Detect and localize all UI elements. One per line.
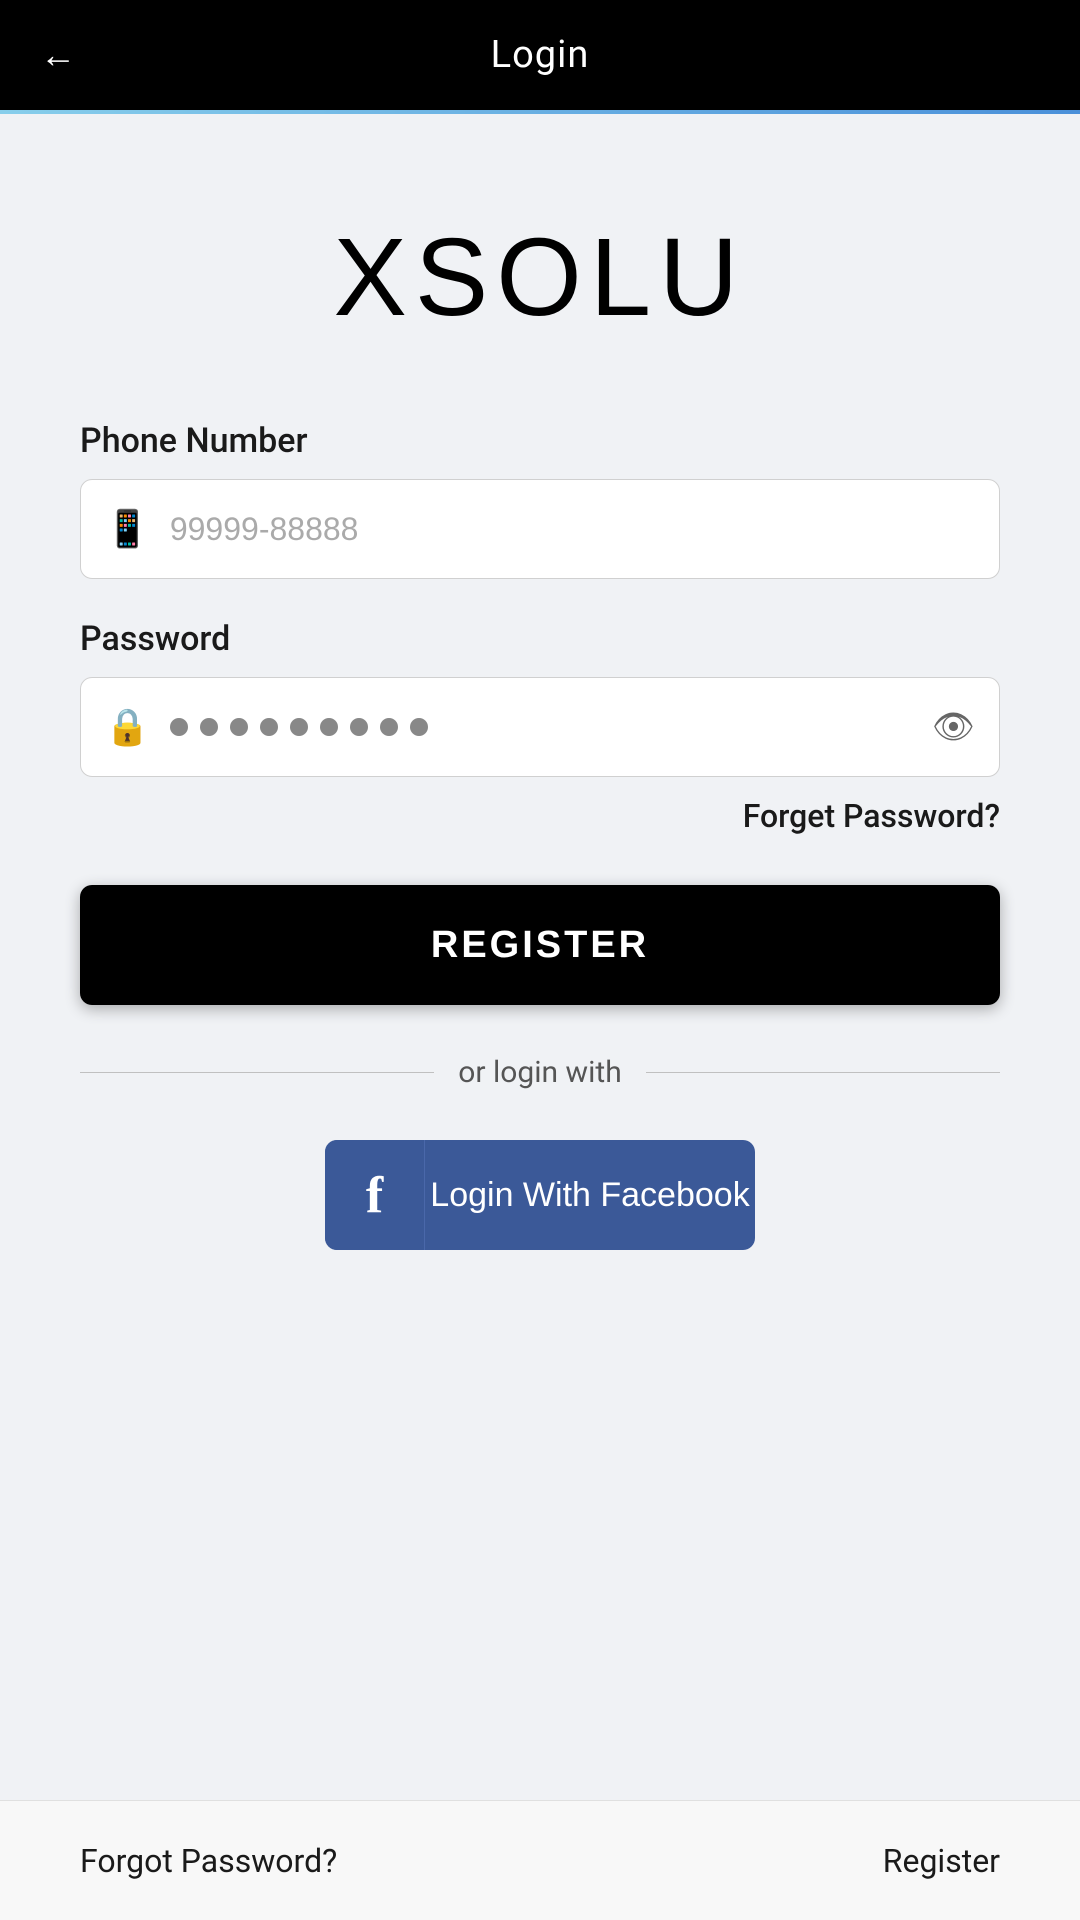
phone-icon: 📱 [105, 508, 150, 550]
toggle-password-icon[interactable]: 👁 [932, 707, 975, 747]
phone-label: Phone Number [80, 421, 1000, 461]
password-dot [170, 718, 188, 736]
back-arrow-icon: ← [40, 34, 76, 76]
password-input-wrapper: 🔒 👁 [80, 677, 1000, 777]
lock-icon: 🔒 [105, 706, 150, 748]
phone-input-wrapper: 📱 [80, 479, 1000, 579]
main-content: XSOLU Phone Number 📱 Password 🔒 � [0, 114, 1080, 1800]
password-dot [410, 718, 428, 736]
forgot-password-section: Forget Password? [80, 797, 1000, 835]
back-button[interactable]: ← [40, 34, 76, 76]
bottom-register-link[interactable]: Register [883, 1842, 1000, 1880]
facebook-login-button[interactable]: f Login With Facebook [325, 1140, 755, 1250]
or-text: or login with [434, 1055, 645, 1090]
password-dots [170, 718, 932, 736]
forget-password-link[interactable]: Forget Password? [743, 797, 1000, 835]
register-button[interactable]: REGISTER [80, 885, 1000, 1005]
page-title: Login [491, 33, 590, 77]
password-dot [200, 718, 218, 736]
phone-input[interactable] [170, 511, 975, 548]
password-dot [380, 718, 398, 736]
facebook-icon-section: f [325, 1140, 425, 1250]
password-dot [350, 718, 368, 736]
password-dot [230, 718, 248, 736]
password-label: Password [80, 619, 1000, 659]
app-logo: XSOLU [334, 214, 747, 341]
bottom-forgot-password-link[interactable]: Forgot Password? [80, 1842, 337, 1880]
facebook-button-label: Login With Facebook [425, 1176, 755, 1215]
logo-container: XSOLU [80, 214, 1000, 341]
login-form: Phone Number 📱 Password 🔒 👁 Fo [80, 421, 1000, 1760]
password-dot [260, 718, 278, 736]
bottom-bar: Forgot Password? Register [0, 1800, 1080, 1920]
password-dot [290, 718, 308, 736]
divider-line-left [80, 1072, 434, 1073]
app-header: ← Login [0, 0, 1080, 110]
divider-line-right [646, 1072, 1000, 1073]
or-divider: or login with [80, 1055, 1000, 1090]
facebook-f-icon: f [366, 1166, 383, 1225]
password-dot [320, 718, 338, 736]
